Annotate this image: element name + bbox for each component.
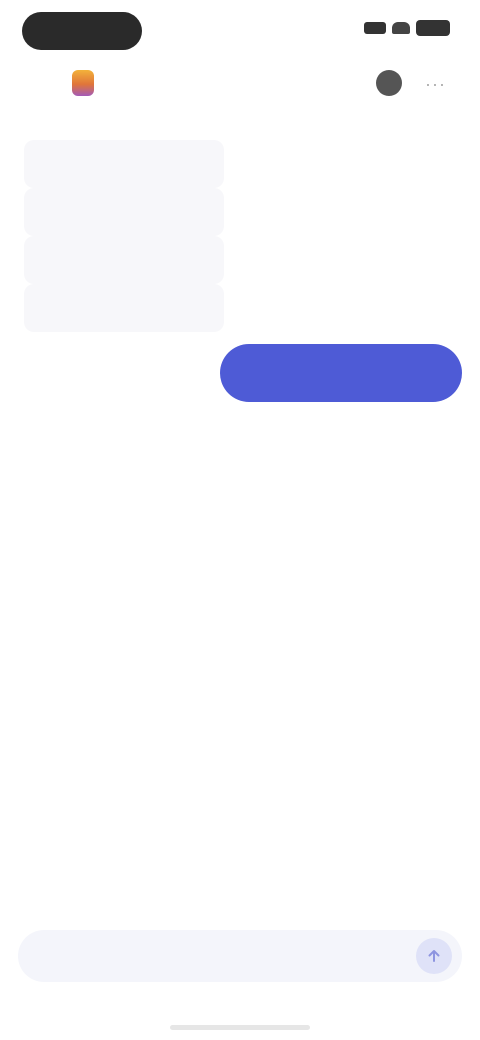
message-input[interactable] — [36, 930, 406, 982]
wifi-icon — [392, 22, 410, 34]
quick-actions — [0, 878, 480, 908]
more-options-icon[interactable]: ··· — [425, 74, 446, 95]
header: ··· — [0, 64, 480, 104]
user-message-bubble — [220, 344, 462, 402]
profile-avatar-icon[interactable] — [376, 70, 402, 96]
send-button[interactable] — [416, 938, 452, 974]
message-composer — [18, 930, 462, 982]
status-time — [22, 12, 142, 50]
battery-icon — [416, 20, 450, 36]
suggestion-list — [24, 140, 224, 332]
status-bar — [0, 0, 480, 62]
suggestion-item[interactable] — [24, 284, 224, 332]
assistant-message — [28, 430, 318, 466]
suggestion-item[interactable] — [24, 188, 224, 236]
home-indicator — [170, 1025, 310, 1030]
suggestion-item[interactable] — [24, 236, 224, 284]
send-arrow-icon — [428, 950, 440, 962]
cellular-signal-icon — [364, 22, 386, 34]
status-icons — [364, 20, 450, 36]
suggestion-item[interactable] — [24, 140, 224, 188]
app-logo-icon — [72, 70, 94, 96]
